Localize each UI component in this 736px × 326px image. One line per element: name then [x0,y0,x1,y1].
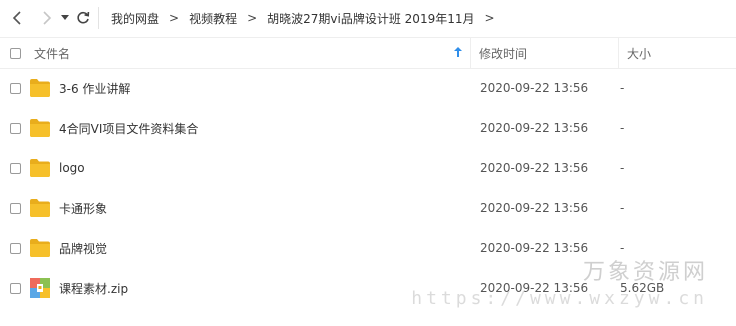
row-checkbox[interactable] [9,82,21,94]
select-all-checkbox[interactable] [9,47,21,59]
folder-icon [30,119,50,137]
chevron-right-icon: > [169,11,180,25]
row-checkbox[interactable] [9,162,21,174]
file-size: - [620,241,625,255]
file-size: - [620,201,625,215]
file-size: - [620,121,625,135]
folder-icon [30,79,50,97]
file-row[interactable]: 3-6 作业讲解 2020-09-22 13:56 - [0,68,736,108]
modified-date: 2020-09-22 13:56 [480,121,589,135]
modified-date: 2020-09-22 13:56 [480,161,589,175]
toolbar: 我的网盘 > 视频教程 > 胡晓波27期vi品牌设计班 2019年11月 > [0,0,736,36]
file-row[interactable]: logo 2020-09-22 13:56 - [0,148,736,188]
modified-date: 2020-09-22 13:56 [480,281,589,295]
row-checkbox[interactable] [9,122,21,134]
file-list-header: 文件名 修改时间 大小 [0,37,736,69]
breadcrumb-item[interactable]: 胡晓波27期vi品牌设计班 2019年11月 [261,10,480,27]
file-size: 5.62GB [620,281,665,295]
back-arrow-icon[interactable] [6,7,28,29]
file-size: - [620,81,625,95]
file-name[interactable]: 3-6 作业讲解 [59,80,130,97]
breadcrumb-item[interactable]: 我的网盘 [105,10,165,27]
breadcrumb-item[interactable]: 视频教程 [183,10,243,27]
name-column-header[interactable]: 文件名 [30,38,470,68]
file-list: 3-6 作业讲解 2020-09-22 13:56 - 4合同VI项目文件资料集… [0,68,736,308]
chevron-right-icon: > [247,11,258,25]
modified-date: 2020-09-22 13:56 [480,201,589,215]
refresh-icon[interactable] [72,7,94,29]
modified-date: 2020-09-22 13:56 [480,241,589,255]
sort-ascending-icon [454,46,462,60]
history-dropdown-icon[interactable] [58,7,72,29]
toolbar-divider [98,7,99,29]
row-checkbox[interactable] [9,242,21,254]
folder-icon [30,239,50,257]
folder-icon [30,199,50,217]
size-column-header[interactable]: 大小 [618,38,736,68]
breadcrumb: 我的网盘 > 视频教程 > 胡晓波27期vi品牌设计班 2019年11月 > [105,10,499,27]
file-row[interactable]: 品牌视觉 2020-09-22 13:56 - [0,228,736,268]
file-name[interactable]: logo [59,161,85,175]
modified-column-header[interactable]: 修改时间 [470,38,618,68]
folder-icon [30,159,50,177]
file-row[interactable]: 卡通形象 2020-09-22 13:56 - [0,188,736,228]
file-row[interactable]: 4合同VI项目文件资料集合 2020-09-22 13:56 - [0,108,736,148]
file-name[interactable]: 卡通形象 [59,200,107,217]
file-name[interactable]: 课程素材.zip [59,280,128,297]
forward-arrow-icon[interactable] [36,7,58,29]
zip-archive-icon [30,278,50,298]
name-column-label: 文件名 [34,46,71,61]
modified-date: 2020-09-22 13:56 [480,81,589,95]
file-name[interactable]: 品牌视觉 [59,240,107,257]
file-name[interactable]: 4合同VI项目文件资料集合 [59,120,198,137]
file-size: - [620,161,625,175]
chevron-right-icon[interactable]: > [481,11,499,25]
row-checkbox[interactable] [9,282,21,294]
select-all-cell [0,47,30,59]
row-checkbox[interactable] [9,202,21,214]
file-row[interactable]: 课程素材.zip 2020-09-22 13:56 5.62GB [0,268,736,308]
